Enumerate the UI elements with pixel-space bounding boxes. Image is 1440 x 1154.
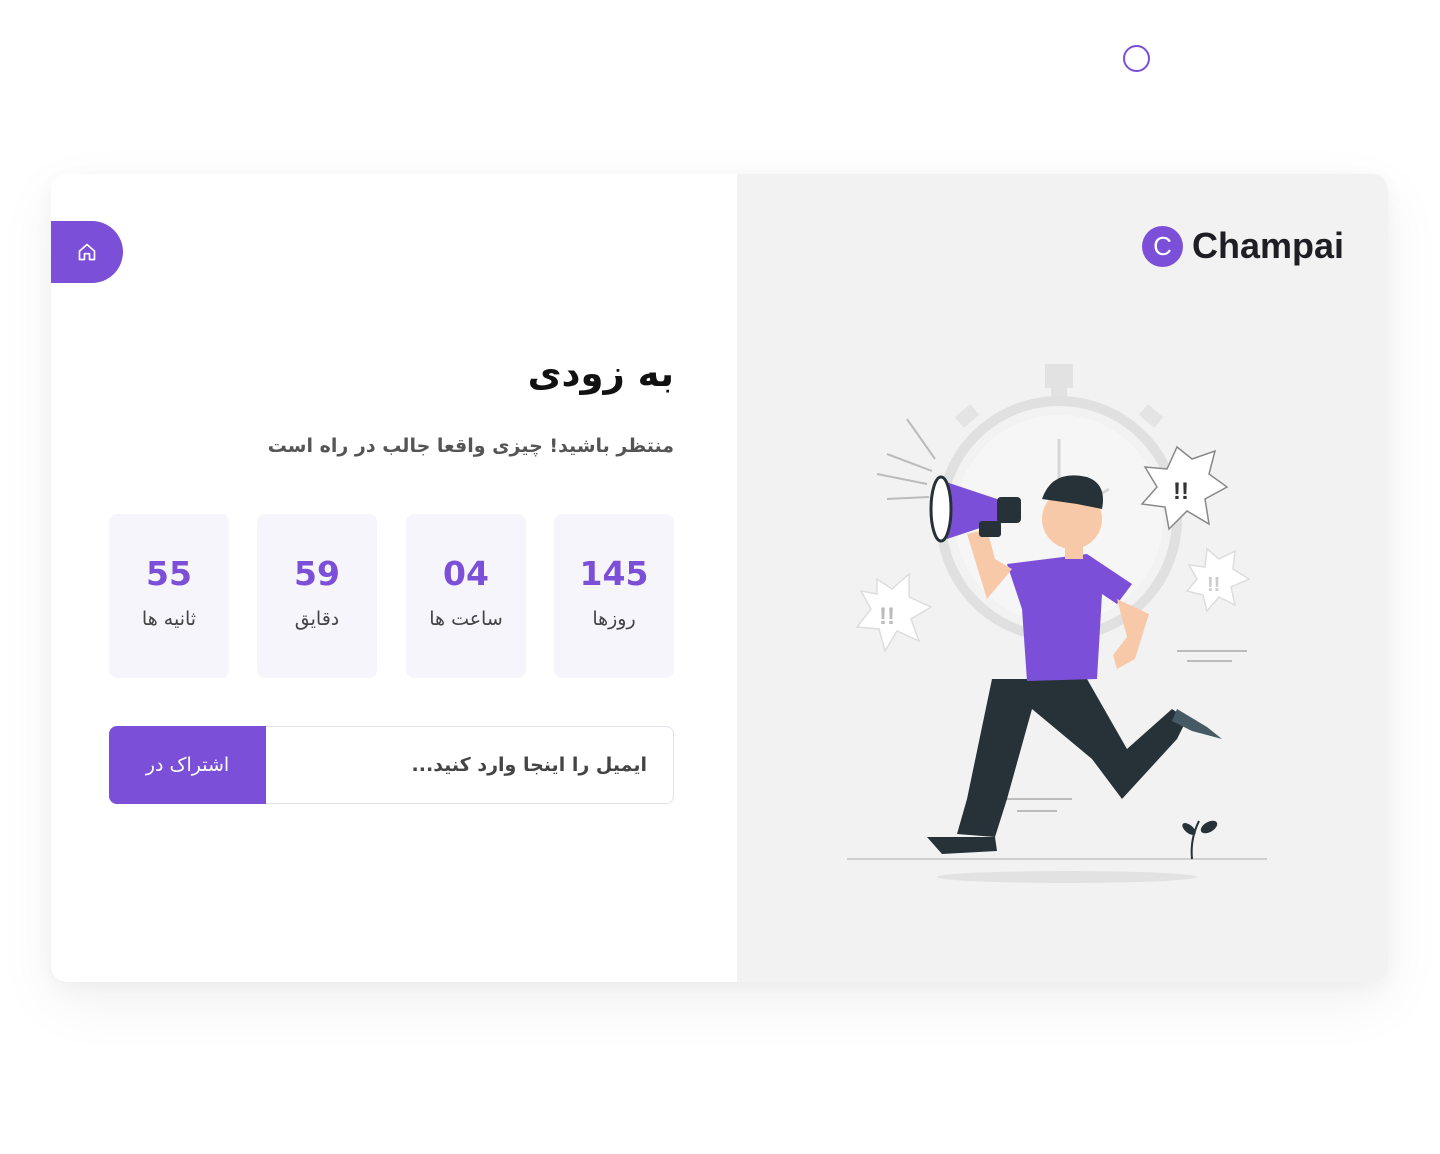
countdown-value: 59 [294, 554, 340, 593]
countdown-label: ساعت ها [429, 608, 503, 630]
subscribe-form: اشتراک در [109, 726, 674, 804]
countdown-value: 145 [579, 554, 649, 593]
alert-text: !! [1207, 574, 1220, 596]
decorative-circle [1123, 45, 1150, 72]
coming-soon-card: به زودی منتظر باشید! چیزی واقعا جالب در … [51, 174, 1388, 982]
alert-text: !! [1173, 478, 1189, 505]
home-button[interactable] [51, 221, 123, 283]
countdown-hours: 04 ساعت ها [406, 514, 526, 678]
countdown-minutes: 59 دقایق [257, 514, 377, 678]
brand[interactable]: C Champai [1142, 222, 1344, 270]
countdown-label: روزها [592, 608, 636, 630]
subscribe-button[interactable]: اشتراک در [109, 726, 266, 804]
illustration-pane: C Champai !! !! !! [737, 174, 1388, 982]
brand-logo-icon: C [1142, 225, 1183, 267]
home-icon [78, 243, 96, 261]
brand-name: Champai [1192, 225, 1345, 266]
content-pane: به زودی منتظر باشید! چیزی واقعا جالب در … [51, 174, 737, 982]
countdown-label: ثانیه ها [141, 608, 197, 630]
countdown-value: 04 [443, 554, 489, 593]
countdown: 145 روزها 04 ساعت ها 59 دقایق 55 ثانیه ه… [109, 514, 674, 678]
countdown-label: دقایق [294, 608, 340, 630]
page-title: به زودی [527, 352, 674, 395]
countdown-days: 145 روزها [554, 514, 674, 678]
page-subtitle: منتظر باشید! چیزی واقعا جالب در راه است [267, 435, 674, 457]
alert-text: !! [879, 603, 895, 630]
countdown-seconds: 55 ثانیه ها [109, 514, 229, 678]
megaphone-man-illustration: !! !! !! [847, 364, 1267, 883]
email-field[interactable] [263, 726, 674, 804]
countdown-value: 55 [146, 554, 192, 593]
